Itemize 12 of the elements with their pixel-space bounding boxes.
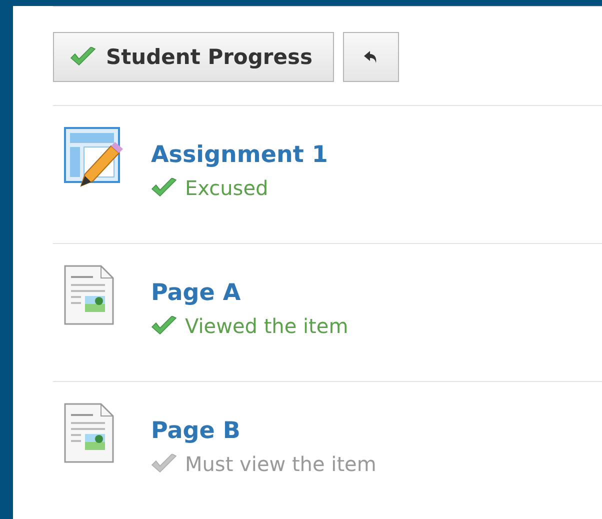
item-title-link[interactable]: Page B — [151, 418, 376, 444]
document-icon — [63, 402, 115, 464]
undo-arrow-icon — [364, 51, 378, 63]
document-icon — [63, 264, 115, 326]
back-button[interactable] — [342, 32, 398, 82]
item-title-link[interactable]: Assignment 1 — [151, 142, 328, 168]
status-text: Excused — [185, 176, 268, 200]
item-title-link[interactable]: Page A — [151, 280, 348, 306]
status-text: Viewed the item — [185, 314, 348, 338]
assignment-pencil-icon — [63, 126, 125, 190]
status-text: Must view the item — [185, 452, 376, 476]
student-progress-button[interactable]: Student Progress — [53, 32, 334, 82]
